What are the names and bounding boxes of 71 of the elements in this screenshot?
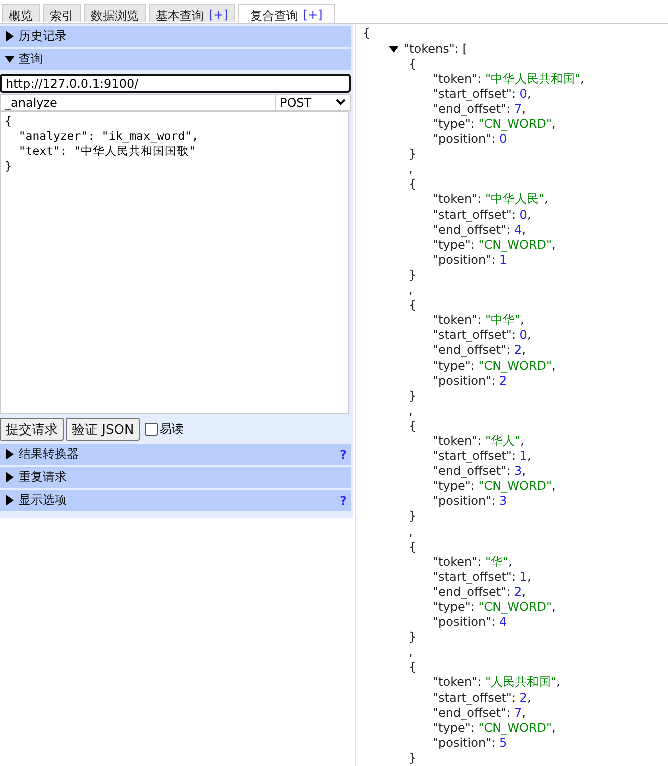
json-line: ,: [409, 645, 413, 660]
json-line: "end_offset": 2,: [433, 343, 526, 358]
json-line: "start_offset": 1,: [433, 570, 532, 585]
json-line: "position": 2: [433, 374, 508, 389]
tab[interactable]: 索引: [43, 4, 81, 22]
tab[interactable]: 基本查询 [+]: [149, 4, 236, 22]
section-header[interactable]: 重复请求: [0, 467, 351, 488]
json-line: {: [363, 26, 371, 42]
json-line: {: [409, 56, 417, 72]
json-line: {: [409, 418, 417, 434]
json-line: "position": 3: [433, 494, 508, 510]
json-line: "type": "CN_WORD",: [433, 117, 556, 132]
json-line: "end_offset": 7,: [433, 706, 526, 721]
json-line: "end_offset": 7,: [433, 102, 526, 117]
method-select[interactable]: POST: [275, 94, 351, 112]
json-line: "token": "人民共和国",: [433, 675, 560, 690]
json-line: ,: [409, 404, 413, 419]
action-button[interactable]: 验证 JSON: [66, 418, 140, 442]
json-line: "token": "中华",: [433, 313, 524, 328]
json-line: {: [409, 540, 417, 555]
json-line: ,: [409, 524, 413, 540]
json-line: "token": "华人",: [433, 434, 524, 449]
json-line: }: [409, 388, 417, 404]
json-line: "type": "CN_WORD",: [433, 479, 556, 494]
json-line: ,: [409, 162, 413, 178]
json-line: }: [409, 750, 417, 766]
checkbox-label: 易读: [160, 421, 184, 438]
json-line: "type": "CN_WORD",: [433, 358, 556, 374]
caret-down-icon[interactable]: [389, 44, 399, 55]
section-header[interactable]: 历史记录: [0, 26, 351, 48]
url-field[interactable]: http://127.0.0.1:9100/: [0, 74, 351, 94]
json-line: "type": "CN_WORD",: [433, 600, 556, 616]
json-line: "position": 5: [433, 736, 508, 751]
json-line: {: [409, 177, 417, 192]
json-line: {: [409, 660, 417, 676]
request-body-field[interactable]: { "analyzer": "ik_max_word", "text": "中华人民共和国国歌" }: [0, 111, 349, 414]
json-line: "type": "CN_WORD",: [433, 720, 556, 736]
json-line: "token": "华",: [433, 554, 512, 570]
json-line: "start_offset": 0,: [433, 208, 532, 223]
tab[interactable]: 数据浏览: [84, 4, 146, 22]
json-line: }: [409, 630, 417, 646]
json-line: }: [409, 509, 417, 524]
section-header[interactable]: 结果转换器 ?: [0, 444, 351, 466]
json-line: "position": 4: [433, 615, 508, 630]
json-line: }: [409, 268, 417, 283]
json-line: "end_offset": 3,: [433, 464, 526, 480]
json-line: "start_offset": 0,: [433, 86, 532, 102]
json-line: ,: [409, 283, 413, 298]
json-line: "position": 0: [433, 132, 508, 148]
path-field[interactable]: _analyze: [0, 94, 275, 112]
json-line: "token": "中华人民共和国",: [433, 72, 584, 87]
section-header[interactable]: 显示选项 ?: [0, 490, 351, 512]
json-line: "end_offset": 4,: [433, 222, 526, 238]
chevron-down-icon: [336, 99, 346, 106]
section-header[interactable]: 查询: [0, 49, 351, 70]
tab[interactable]: 概览: [2, 4, 40, 22]
json-line: "start_offset": 2,: [433, 690, 532, 706]
json-line: "end_offset": 2,: [433, 584, 526, 600]
checkbox[interactable]: [145, 423, 158, 436]
help-link[interactable]: ?: [340, 494, 347, 508]
json-line: }: [409, 147, 417, 162]
json-line: "start_offset": 0,: [433, 328, 532, 344]
json-line: "token": "中华人民",: [433, 192, 548, 208]
action-button[interactable]: 提交请求: [0, 418, 64, 442]
json-line: "tokens": [: [404, 42, 468, 57]
help-link[interactable]: ?: [340, 448, 347, 462]
json-line: "position": 1: [433, 252, 508, 268]
json-line: "type": "CN_WORD",: [433, 238, 556, 253]
json-line: "start_offset": 1,: [433, 449, 532, 464]
tab[interactable]: 复合查询 [+]: [238, 4, 335, 23]
json-line: {: [409, 298, 417, 314]
